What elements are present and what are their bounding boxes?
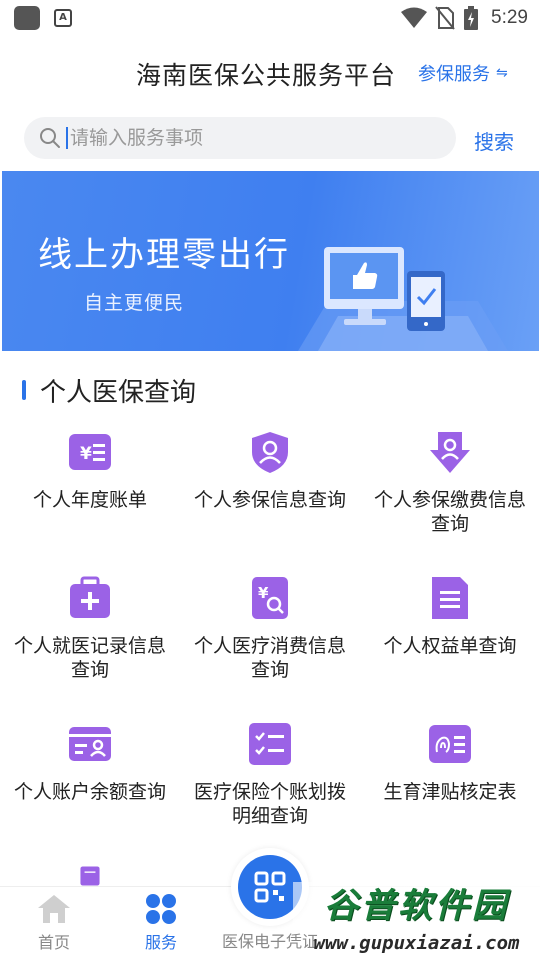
nav-services-label: 服务	[144, 933, 177, 952]
swap-icon: ⇋	[496, 65, 508, 81]
banner-title: 线上办理零出行	[38, 235, 290, 275]
service-insurance-info[interactable]: 个人参保信息查询	[180, 428, 360, 568]
watermark-name: 谷普软件园	[293, 882, 540, 930]
nav-home[interactable]: 首页	[36, 893, 72, 953]
app-notification-icon	[14, 6, 40, 30]
services-grid-icon	[146, 894, 176, 924]
svg-text:¥: ¥	[258, 584, 269, 602]
search-icon	[38, 126, 62, 150]
shield-person-icon	[252, 432, 288, 473]
id-card-icon	[69, 727, 111, 761]
header: 海南医保公共服务平台 参保服务 ⇋	[0, 44, 540, 102]
search-button[interactable]: 搜索	[474, 126, 514, 155]
checklist-icon	[80, 866, 100, 886]
home-icon	[38, 895, 70, 923]
wifi-icon	[401, 7, 428, 28]
section-title: 个人医保查询	[40, 377, 197, 408]
service-medical-record[interactable]: 个人就医记录信息查询	[0, 574, 180, 714]
keyboard-notification-icon: A	[54, 9, 72, 27]
svg-text:¥: ¥	[80, 444, 92, 464]
service-label: 个人权益单查询	[383, 635, 517, 657]
section-marker	[22, 380, 26, 400]
watermark-url: www.gupuxiazai.com	[313, 932, 520, 954]
yuan-list-icon: ¥	[69, 434, 111, 470]
arrow-down-person-icon	[430, 432, 470, 473]
service-partial[interactable]	[0, 864, 180, 886]
promo-banner[interactable]: 线上办理零出行 自主更便民	[2, 171, 539, 351]
search-bar[interactable]	[24, 117, 456, 159]
battery-charging-icon	[464, 6, 479, 30]
no-sim-icon	[435, 6, 455, 30]
nav-home-label: 首页	[37, 933, 70, 952]
service-label: 个人年度账单	[32, 489, 147, 511]
status-time: 5:29	[491, 7, 528, 28]
service-rights-statement[interactable]: 个人权益单查询	[360, 574, 540, 714]
computer-thumbs-up-illustration	[298, 247, 508, 351]
service-medical-consumption[interactable]: ¥ 个人医疗消费信息查询	[180, 574, 360, 714]
fingerprint-list-icon	[429, 725, 471, 763]
nav-services[interactable]: 服务	[144, 893, 178, 953]
service-account-transfer[interactable]: 医疗保险个账划拨明细查询	[180, 720, 360, 860]
service-maternity-allowance[interactable]: 生育津贴核定表	[360, 720, 540, 860]
document-icon	[432, 577, 468, 619]
service-annual-bill[interactable]: ¥ 个人年度账单	[0, 428, 180, 568]
insured-service-label: 参保服务	[418, 64, 490, 85]
service-label: 个人参保信息查询	[193, 489, 346, 511]
checklist-icon	[249, 723, 291, 765]
service-label: 医疗保险个账划拨明细查询	[193, 781, 346, 827]
service-account-balance[interactable]: 个人账户余额查询	[0, 720, 180, 860]
yuan-search-icon: ¥	[252, 577, 288, 619]
site-watermark: 谷普软件园 www.gupuxiazai.com	[293, 880, 540, 960]
insured-service-button[interactable]: 参保服务 ⇋	[418, 60, 508, 86]
service-label: 个人医疗消费信息查询	[193, 635, 346, 681]
service-label: 个人账户余额查询	[13, 781, 166, 803]
banner-subtitle: 自主更便民	[84, 292, 185, 314]
status-icons: 5:29	[401, 4, 528, 32]
service-payment-info[interactable]: 个人参保缴费信息查询	[360, 428, 540, 568]
section-header: 个人医保查询	[22, 372, 196, 408]
search-input[interactable]	[66, 127, 426, 149]
status-bar: A 5:29	[0, 0, 540, 36]
medical-kit-icon	[70, 576, 110, 618]
service-label: 个人参保缴费信息查询	[373, 489, 526, 535]
service-label: 个人就医记录信息查询	[13, 635, 166, 681]
service-label: 生育津贴核定表	[383, 781, 517, 803]
page-title: 海南医保公共服务平台	[136, 61, 397, 90]
